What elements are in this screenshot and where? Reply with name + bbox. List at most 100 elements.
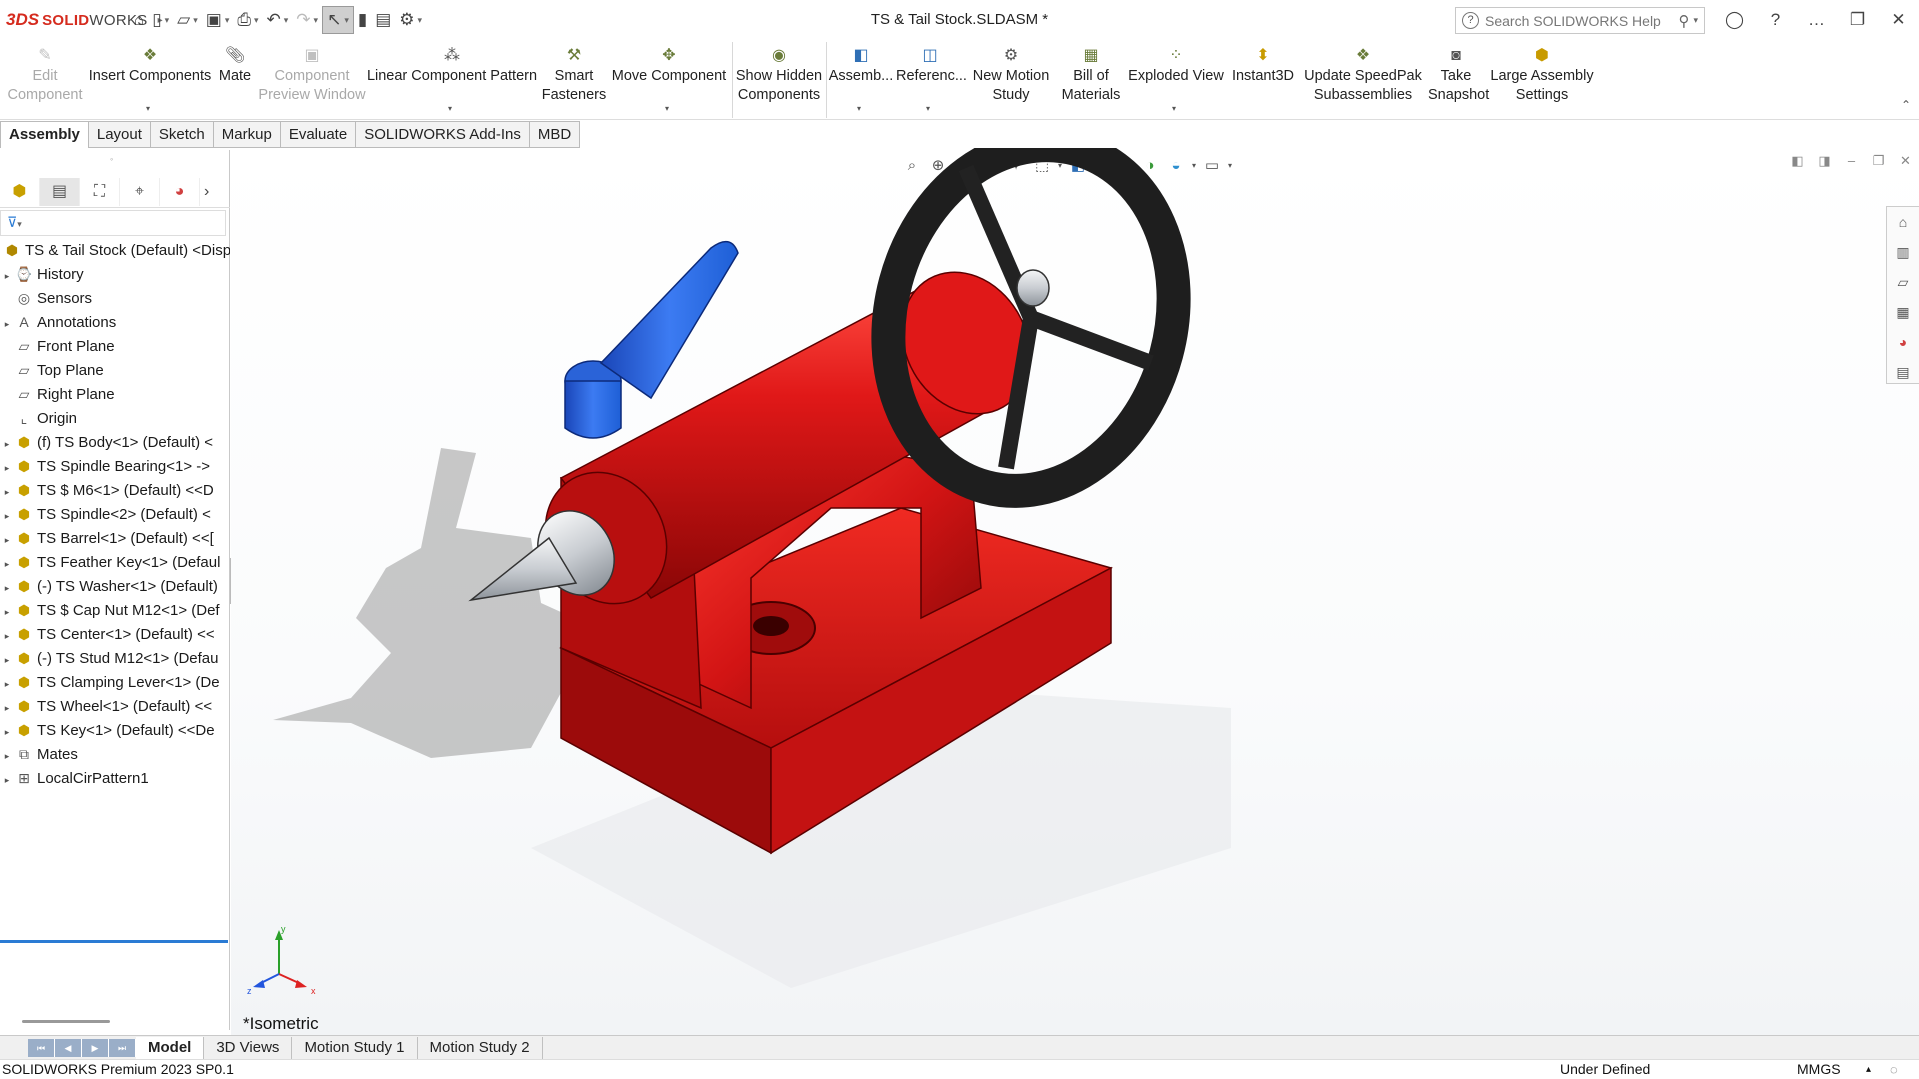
tab-markup[interactable]: Markup — [213, 121, 281, 148]
expand-arrow-icon[interactable]: ▸ — [0, 648, 14, 670]
show-hidden-components-button[interactable]: ◉ Show Hidden Components — [734, 44, 824, 116]
tree-root-assembly[interactable]: ⬢ TS & Tail Stock (Default) <Disp — [0, 238, 230, 262]
expand-arrow-icon[interactable]: ▸ — [0, 312, 14, 334]
dimxpert-manager-tab-icon[interactable]: ⌖ — [120, 177, 160, 206]
bill-of-materials-button[interactable]: ▦ Bill of Materials — [1058, 44, 1124, 116]
select-icon[interactable]: ↖ ▾ — [322, 6, 354, 34]
prev-tab-icon[interactable]: ◀ — [55, 1038, 82, 1057]
solidworks-logo[interactable]: 3DS SOLIDWORKS ▸ — [0, 0, 163, 40]
expand-arrow-icon[interactable]: ▸ — [0, 264, 14, 286]
save-icon[interactable]: ▣ ▾ — [202, 6, 234, 34]
first-tab-icon[interactable]: ⏮ — [28, 1038, 55, 1057]
tree-item[interactable]: ▸ ⬢ TS Feather Key<1> (Defaul — [0, 550, 230, 574]
expand-arrow-icon[interactable]: ▸ — [0, 696, 14, 718]
filter-dropdown-icon[interactable]: ▾ — [17, 219, 22, 229]
move-component-button[interactable]: ✥ Move Component ▾ — [608, 44, 730, 116]
expand-arrow-icon[interactable]: ▸ — [0, 672, 14, 694]
expand-arrow-icon[interactable]: ▸ — [0, 768, 14, 790]
expand-arrow-icon[interactable]: ▸ — [0, 528, 14, 550]
tab-layout[interactable]: Layout — [88, 121, 151, 148]
redo-icon[interactable]: ↷ ▾ — [292, 6, 322, 34]
last-tab-icon[interactable]: ⏭ — [109, 1038, 136, 1057]
tree-item[interactable]: ▸ ⬢ TS Key<1> (Default) <<De — [0, 718, 230, 742]
tree-item[interactable]: ▸ ⬢ TS Clamping Lever<1> (De — [0, 670, 230, 694]
tree-item[interactable]: ▸ ⧉ Mates — [0, 742, 230, 766]
instant3d-button[interactable]: ⬍ Instant3D — [1228, 44, 1298, 116]
update-speedpak-button[interactable]: ❖ Update SpeedPak Subassemblies — [1300, 44, 1426, 116]
expand-arrow-icon[interactable]: ▸ — [0, 480, 14, 502]
smart-fasteners-button[interactable]: ⚒ Smart Fasteners — [540, 44, 608, 116]
linear-component-pattern-button[interactable]: ⁂ Linear Component Pattern ▾ — [366, 44, 538, 116]
tree-item[interactable]: ▱ Front Plane — [0, 334, 230, 358]
search-dropdown-icon[interactable]: ▾ — [1693, 15, 1698, 26]
dropdown-arrow-icon[interactable]: ▾ — [448, 99, 452, 118]
file-properties-icon[interactable]: ▤ — [371, 6, 395, 34]
search-help-input[interactable]: ? Search SOLIDWORKS Help ⚲ ▾ — [1455, 7, 1705, 34]
large-assembly-settings-button[interactable]: ⬢ Large Assembly Settings — [1486, 44, 1598, 116]
mate-button[interactable]: 📎︎ Mate — [212, 44, 258, 116]
more-tabs-chevron-icon[interactable]: › — [204, 183, 209, 201]
expand-arrow-icon[interactable]: ▸ — [0, 576, 14, 598]
tree-item[interactable]: ▸ ⌚ History — [0, 262, 230, 286]
tree-item[interactable]: ▸ ⬢ (-) TS Stud M12<1> (Defau — [0, 646, 230, 670]
rebuild-icon[interactable]: ▮ — [354, 6, 371, 34]
options-gear-icon[interactable]: ⚙ ▾ — [395, 6, 426, 34]
reference-geometry-button[interactable]: ◫ Referenc... ▾ — [896, 44, 967, 116]
edit-component-button[interactable]: ✎ Edit Component — [4, 44, 86, 116]
expand-arrow-icon[interactable]: ▸ — [0, 744, 14, 766]
collapse-ribbon-icon[interactable]: ⌃ — [1901, 98, 1911, 112]
tree-item[interactable]: ▸ ⬢ TS Center<1> (Default) << — [0, 622, 230, 646]
dropdown-arrow-icon[interactable]: ▾ — [857, 99, 861, 118]
component-preview-button[interactable]: ▣ Component Preview Window — [258, 44, 366, 116]
expand-arrow-icon[interactable]: ▸ — [0, 600, 14, 622]
tree-item[interactable]: ▸ ⬢ TS Wheel<1> (Default) << — [0, 694, 230, 718]
tab-3d-views[interactable]: 3D Views — [204, 1036, 293, 1059]
home-icon[interactable]: ⌂ — [130, 6, 148, 34]
tab-addins[interactable]: SOLIDWORKS Add-Ins — [356, 121, 530, 148]
tree-item[interactable]: ▱ Right Plane — [0, 382, 230, 406]
new-motion-study-button[interactable]: ⚙ New Motion Study — [966, 44, 1056, 116]
take-snapshot-button[interactable]: ◙ Take Snapshot — [1428, 44, 1489, 116]
unit-system-arrow-icon[interactable]: ▴ — [1866, 1060, 1871, 1079]
tab-sketch[interactable]: Sketch — [150, 121, 214, 148]
tree-item[interactable]: ▸ ⬢ TS $ Cap Nut M12<1> (Def — [0, 598, 230, 622]
panel-grip-icon[interactable]: ◦ — [110, 154, 113, 164]
tree-item[interactable]: ▸ ⬢ TS Spindle Bearing<1> -> — [0, 454, 230, 478]
tree-item[interactable]: ▸ ⬢ TS $ M6<1> (Default) <<D — [0, 478, 230, 502]
expand-arrow-icon[interactable]: ▸ — [0, 432, 14, 454]
tree-filter-field[interactable]: ⊽▾ — [0, 210, 226, 236]
feedback-chat-icon[interactable]: ◌ — [1890, 1060, 1898, 1079]
exploded-view-button[interactable]: ⁘ Exploded View ▾ — [1126, 44, 1226, 116]
tab-motion-study-2[interactable]: Motion Study 2 — [418, 1036, 543, 1059]
close-window-icon[interactable]: ✕ — [1878, 10, 1919, 30]
undo-icon[interactable]: ↶ ▾ — [263, 6, 293, 34]
tree-item[interactable]: ⌞ Origin — [0, 406, 230, 430]
dropdown-arrow-icon[interactable]: ▾ — [665, 99, 669, 118]
tree-item[interactable]: ▸ ⬢ TS Barrel<1> (Default) <<[ — [0, 526, 230, 550]
expand-arrow-icon[interactable]: ▸ — [0, 456, 14, 478]
tab-evaluate[interactable]: Evaluate — [280, 121, 357, 148]
tree-item[interactable]: ▸ ⬢ TS Spindle<2> (Default) < — [0, 502, 230, 526]
display-manager-tab-icon[interactable]: ◕ — [160, 177, 200, 206]
open-icon[interactable]: ▱ ▾ — [173, 6, 202, 34]
configuration-manager-tab-icon[interactable]: ⛶ — [80, 177, 120, 206]
search-icon[interactable]: ⚲ — [1678, 12, 1689, 30]
assembly-features-button[interactable]: ◧ Assemb... ▾ — [828, 44, 894, 116]
tab-assembly[interactable]: Assembly — [0, 121, 89, 148]
feature-manager-tab-icon[interactable]: ⬢ — [0, 177, 40, 206]
tailstock-model-render[interactable] — [231, 148, 1919, 1035]
graphics-area[interactable]: ⌕ ⊕ ↺ ◫ ✦ ⬚ ▾ ◧ ▾ ◉ ▾ ◑ ◒ ▾ ▭ ▾ ◧ ◨ – ❐ ✕ ⌂ ▥… — [231, 148, 1919, 1035]
tree-item[interactable]: ▸ ⬢ (-) TS Washer<1> (Default) — [0, 574, 230, 598]
tab-motion-study-1[interactable]: Motion Study 1 — [292, 1036, 418, 1059]
next-tab-icon[interactable]: ▶ — [82, 1038, 109, 1057]
dropdown-arrow-icon[interactable]: ▾ — [146, 99, 150, 118]
new-document-icon[interactable]: ▯ ▾ — [148, 6, 173, 34]
more-icon[interactable]: … — [1796, 10, 1837, 30]
tab-mbd[interactable]: MBD — [529, 121, 581, 148]
horizontal-scrollbar[interactable] — [22, 1020, 110, 1023]
expand-arrow-icon[interactable]: ▸ — [0, 720, 14, 742]
user-account-icon[interactable]: ◯ — [1714, 10, 1755, 30]
dropdown-arrow-icon[interactable]: ▾ — [1172, 99, 1176, 118]
tree-item[interactable]: ▱ Top Plane — [0, 358, 230, 382]
print-icon[interactable]: ⎙ ▾ — [233, 6, 262, 34]
